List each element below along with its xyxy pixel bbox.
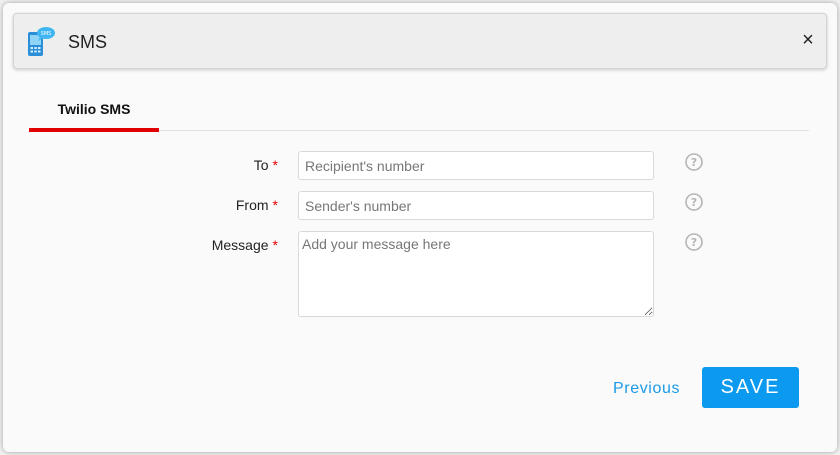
to-help-icon[interactable]: ? bbox=[685, 153, 703, 171]
svg-text:?: ? bbox=[691, 156, 697, 169]
message-label: Message * bbox=[78, 237, 278, 253]
tab-label: Twilio SMS bbox=[57, 101, 131, 117]
sms-phone-icon: SMS bbox=[28, 27, 55, 56]
required-mark: * bbox=[272, 197, 278, 213]
svg-text:?: ? bbox=[691, 196, 697, 209]
save-button[interactable]: SAVE bbox=[702, 367, 799, 408]
from-label: From * bbox=[78, 197, 278, 213]
tab-bar: Twilio SMS bbox=[29, 98, 809, 132]
required-mark: * bbox=[272, 237, 278, 253]
previous-link[interactable]: Previous bbox=[613, 380, 680, 398]
message-help-icon[interactable]: ? bbox=[685, 233, 703, 251]
to-label: To * bbox=[78, 157, 278, 173]
svg-text:SMS: SMS bbox=[41, 31, 52, 37]
active-tab-indicator bbox=[29, 128, 159, 132]
from-label-text: From bbox=[235, 197, 269, 213]
required-mark: * bbox=[272, 157, 278, 173]
message-label-text: Message bbox=[211, 237, 269, 253]
from-help-icon[interactable]: ? bbox=[685, 193, 703, 211]
dialog-header: SMS SMS × bbox=[13, 13, 827, 69]
message-textarea[interactable] bbox=[298, 231, 654, 317]
close-icon[interactable]: × bbox=[799, 30, 817, 50]
svg-text:?: ? bbox=[691, 236, 697, 249]
to-input[interactable] bbox=[298, 151, 654, 180]
from-input[interactable] bbox=[298, 191, 654, 220]
to-label-text: To bbox=[253, 157, 269, 173]
tab-twilio-sms[interactable]: Twilio SMS bbox=[29, 98, 159, 132]
sms-dialog: SMS SMS × Twilio SMS To* ? From* ? Messa… bbox=[3, 3, 837, 452]
dialog-title: SMS bbox=[68, 32, 108, 52]
